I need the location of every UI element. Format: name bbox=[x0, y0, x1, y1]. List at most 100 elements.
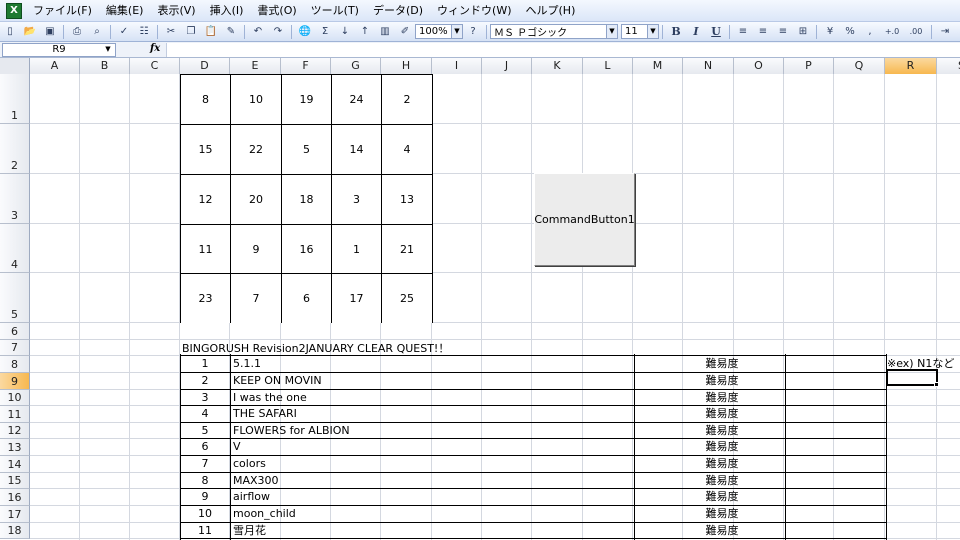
row-header-7[interactable]: 7 bbox=[0, 340, 30, 356]
bingo-cell[interactable]: 20 bbox=[231, 174, 282, 224]
quest-number[interactable]: 6 bbox=[180, 439, 230, 456]
font-name-select[interactable]: ＭＳ Ｐゴシック ▼ bbox=[490, 24, 618, 39]
help-icon[interactable]: ? bbox=[464, 24, 482, 40]
menu-insert[interactable]: 挿入(I) bbox=[203, 0, 251, 22]
column-header-o[interactable]: O bbox=[734, 58, 784, 74]
column-header-h[interactable]: H bbox=[381, 58, 432, 74]
format-painter-icon[interactable]: ✎ bbox=[222, 24, 240, 40]
bingo-cell[interactable]: 2 bbox=[382, 74, 433, 124]
bingo-cell[interactable]: 6 bbox=[282, 273, 332, 323]
quest-number[interactable]: 4 bbox=[180, 406, 230, 423]
quest-difficulty[interactable]: 難易度 bbox=[662, 356, 782, 373]
print-preview-icon[interactable]: ⌕ bbox=[88, 24, 106, 40]
save-icon[interactable]: ▣ bbox=[41, 24, 59, 40]
column-header-c[interactable]: C bbox=[130, 58, 180, 74]
bingo-cell[interactable]: 7 bbox=[231, 273, 282, 323]
redo-icon[interactable]: ↷ bbox=[269, 24, 287, 40]
column-header-e[interactable]: E bbox=[230, 58, 281, 74]
bold-button[interactable]: B bbox=[667, 24, 685, 40]
bingo-cell[interactable]: 10 bbox=[231, 74, 282, 124]
chevron-down-icon[interactable]: ▼ bbox=[451, 25, 462, 38]
undo-icon[interactable]: ↶ bbox=[249, 24, 267, 40]
column-header-n[interactable]: N bbox=[683, 58, 734, 74]
bingo-cell[interactable]: 23 bbox=[181, 273, 231, 323]
quest-song[interactable]: moon_child bbox=[232, 506, 662, 523]
align-center-icon[interactable]: ≡ bbox=[754, 24, 772, 40]
quest-difficulty[interactable]: 難易度 bbox=[662, 406, 782, 423]
row-header-16[interactable]: 16 bbox=[0, 489, 30, 506]
quest-number[interactable]: 7 bbox=[180, 456, 230, 473]
name-box[interactable]: R9 bbox=[2, 43, 116, 57]
merge-center-icon[interactable]: ⊞ bbox=[794, 24, 812, 40]
cut-icon[interactable]: ✂ bbox=[162, 24, 180, 40]
align-left-icon[interactable]: ≡ bbox=[734, 24, 752, 40]
column-header-p[interactable]: P bbox=[784, 58, 834, 74]
quest-number[interactable]: 9 bbox=[180, 489, 230, 506]
row-header-17[interactable]: 17 bbox=[0, 506, 30, 523]
research-icon[interactable]: ☷ bbox=[135, 24, 153, 40]
column-header-r[interactable]: R bbox=[885, 58, 937, 74]
quest-song[interactable]: THE SAFARI bbox=[232, 406, 662, 423]
row-header-13[interactable]: 13 bbox=[0, 439, 30, 456]
chevron-down-icon[interactable]: ▼ bbox=[647, 25, 658, 38]
bingo-cell[interactable]: 4 bbox=[382, 124, 433, 174]
bingo-cell[interactable]: 3 bbox=[332, 174, 382, 224]
hyperlink-icon[interactable]: 🌐 bbox=[296, 24, 314, 40]
menu-help[interactable]: ヘルプ(H) bbox=[519, 0, 583, 22]
row-header-15[interactable]: 15 bbox=[0, 473, 30, 489]
quest-number[interactable]: 10 bbox=[180, 506, 230, 523]
bingo-cell[interactable]: 19 bbox=[282, 74, 332, 124]
row-header-14[interactable]: 14 bbox=[0, 456, 30, 473]
column-header-l[interactable]: L bbox=[583, 58, 633, 74]
chart-wizard-icon[interactable]: ▥ bbox=[376, 24, 394, 40]
row-header-8[interactable]: 8 bbox=[0, 356, 30, 373]
bingo-cell[interactable]: 18 bbox=[282, 174, 332, 224]
row-header-11[interactable]: 11 bbox=[0, 406, 30, 423]
active-cell-cursor[interactable] bbox=[886, 369, 939, 387]
row-header-3[interactable]: 3 bbox=[0, 174, 30, 224]
open-folder-icon[interactable]: 📂 bbox=[21, 24, 39, 40]
quest-song[interactable]: 5.1.1 bbox=[232, 356, 662, 373]
row-header-5[interactable]: 5 bbox=[0, 273, 30, 323]
chevron-down-icon[interactable]: ▼ bbox=[101, 43, 115, 55]
row-header-9[interactable]: 9 bbox=[0, 373, 30, 390]
currency-icon[interactable]: ¥ bbox=[821, 24, 839, 40]
bingo-cell[interactable]: 1 bbox=[332, 224, 382, 273]
align-right-icon[interactable]: ≡ bbox=[774, 24, 792, 40]
row-header-2[interactable]: 2 bbox=[0, 124, 30, 174]
column-header-q[interactable]: Q bbox=[834, 58, 885, 74]
column-header-b[interactable]: B bbox=[80, 58, 130, 74]
fill-handle[interactable] bbox=[934, 382, 939, 387]
select-all-corner[interactable] bbox=[0, 58, 30, 74]
comma-button[interactable]: , bbox=[861, 24, 879, 40]
column-header-j[interactable]: J bbox=[482, 58, 532, 74]
indent-icon[interactable]: ⇥ bbox=[936, 24, 954, 40]
row-header-18[interactable]: 18 bbox=[0, 523, 30, 539]
sort-descending-icon[interactable]: ↑ bbox=[356, 24, 374, 40]
column-header-s[interactable]: S bbox=[937, 58, 960, 74]
italic-button[interactable]: I bbox=[687, 24, 705, 40]
quest-difficulty[interactable]: 難易度 bbox=[662, 373, 782, 390]
sort-ascending-icon[interactable]: ↓ bbox=[336, 24, 354, 40]
excel-app-icon[interactable]: X bbox=[6, 2, 22, 19]
quest-difficulty[interactable]: 難易度 bbox=[662, 489, 782, 506]
column-header-i[interactable]: I bbox=[432, 58, 482, 74]
menu-edit[interactable]: 編集(E) bbox=[99, 0, 151, 22]
bingo-cell[interactable]: 21 bbox=[382, 224, 433, 273]
bingo-cell[interactable]: 11 bbox=[181, 224, 231, 273]
quest-song[interactable]: colors bbox=[232, 456, 662, 473]
row-header-10[interactable]: 10 bbox=[0, 390, 30, 406]
formula-input[interactable] bbox=[166, 43, 960, 57]
menu-data[interactable]: データ(D) bbox=[366, 0, 430, 22]
chevron-down-icon[interactable]: ▼ bbox=[606, 25, 617, 38]
quest-difficulty[interactable]: 難易度 bbox=[662, 439, 782, 456]
column-header-a[interactable]: A bbox=[30, 58, 80, 74]
row-header-6[interactable]: 6 bbox=[0, 323, 30, 340]
percent-button[interactable]: % bbox=[841, 24, 859, 40]
bingo-cell[interactable]: 5 bbox=[282, 124, 332, 174]
new-file-icon[interactable]: ▯ bbox=[1, 24, 19, 40]
bingo-cell[interactable]: 24 bbox=[332, 74, 382, 124]
menu-view[interactable]: 表示(V) bbox=[150, 0, 202, 22]
quest-song[interactable]: KEEP ON MOVIN bbox=[232, 373, 662, 390]
column-header-g[interactable]: G bbox=[331, 58, 381, 74]
